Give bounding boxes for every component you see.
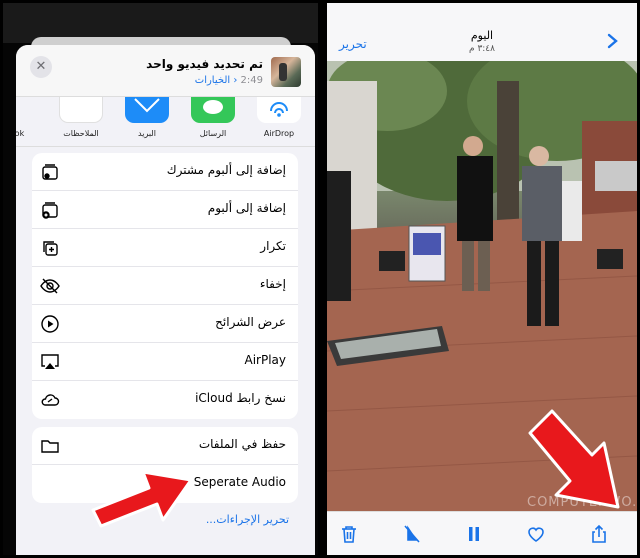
share-sheet-header: ✕ تم تحديد فيديو واحد 2:49 ‹ الخيارات — [16, 45, 315, 97]
share-title: تم تحديد فيديو واحد — [146, 57, 263, 71]
shared-album-icon — [40, 162, 60, 182]
app-mail[interactable]: البريد — [122, 97, 172, 138]
heart-icon[interactable] — [526, 524, 546, 544]
action-add-shared-album[interactable]: إضافة إلى ألبوم مشترك — [32, 153, 298, 191]
mute-icon[interactable] — [402, 524, 422, 544]
app-facebook[interactable]: ook — [16, 97, 42, 138]
action-add-album[interactable]: إضافة إلى ألبوم — [32, 191, 298, 229]
action-airplay[interactable]: AirPlay — [32, 343, 298, 381]
video-thumbnail — [271, 57, 301, 87]
airplay-icon — [40, 352, 60, 372]
share-subtitle: 2:49 ‹ الخيارات — [195, 75, 263, 86]
video-duration: 2:49 — [240, 75, 263, 86]
viewer-nav-bar: تحرير اليوم ٣:٤٨ م — [327, 3, 637, 61]
edit-actions-link[interactable]: تحرير الإجراءات... — [206, 513, 289, 526]
action-slideshow[interactable]: عرض الشرائح — [32, 305, 298, 343]
actions-group-primary: إضافة إلى ألبوم مشترك إضافة إلى ألبوم تك… — [32, 153, 298, 419]
photo-viewer-screen: تحرير اليوم ٣:٤٨ م COMPUTE WO. — [327, 3, 637, 555]
hide-eye-icon — [40, 276, 60, 296]
add-album-icon — [40, 200, 60, 220]
icloud-link-icon — [40, 390, 60, 410]
app-notes[interactable]: الملاحظات — [56, 97, 106, 138]
airdrop-icon — [257, 97, 301, 123]
notes-icon — [59, 97, 103, 123]
action-hide[interactable]: إخفاء — [32, 267, 298, 305]
slideshow-play-icon — [40, 314, 60, 334]
close-button[interactable]: ✕ — [30, 56, 52, 78]
action-duplicate[interactable]: تكرار — [32, 229, 298, 267]
messages-icon — [191, 97, 235, 123]
share-apps-row: AirDrop الرسائل البريد الملاحظات ook — [16, 97, 315, 147]
trash-icon[interactable] — [339, 524, 359, 544]
close-icon: ✕ — [35, 59, 47, 74]
chevron-right-icon[interactable] — [607, 33, 619, 49]
action-copy-icloud-link[interactable]: نسخ رابط iCloud — [32, 381, 298, 419]
facebook-icon — [16, 97, 39, 123]
annotation-arrow-right — [528, 409, 620, 509]
viewer-title: اليوم — [470, 29, 494, 42]
annotation-arrow-left — [91, 470, 193, 528]
duplicate-icon — [40, 238, 60, 258]
pause-icon[interactable] — [464, 524, 484, 544]
viewer-time: ٣:٤٨ م — [469, 44, 495, 54]
app-messages[interactable]: الرسائل — [188, 97, 238, 138]
folder-icon — [40, 436, 60, 456]
app-airdrop[interactable]: AirDrop — [254, 97, 304, 138]
mail-icon — [125, 97, 169, 123]
share-sheet-screen: ✕ تم تحديد فيديو واحد 2:49 ‹ الخيارات Ai… — [3, 3, 318, 555]
options-link[interactable]: ‹ الخيارات — [195, 75, 238, 86]
share-icon[interactable] — [589, 524, 609, 544]
